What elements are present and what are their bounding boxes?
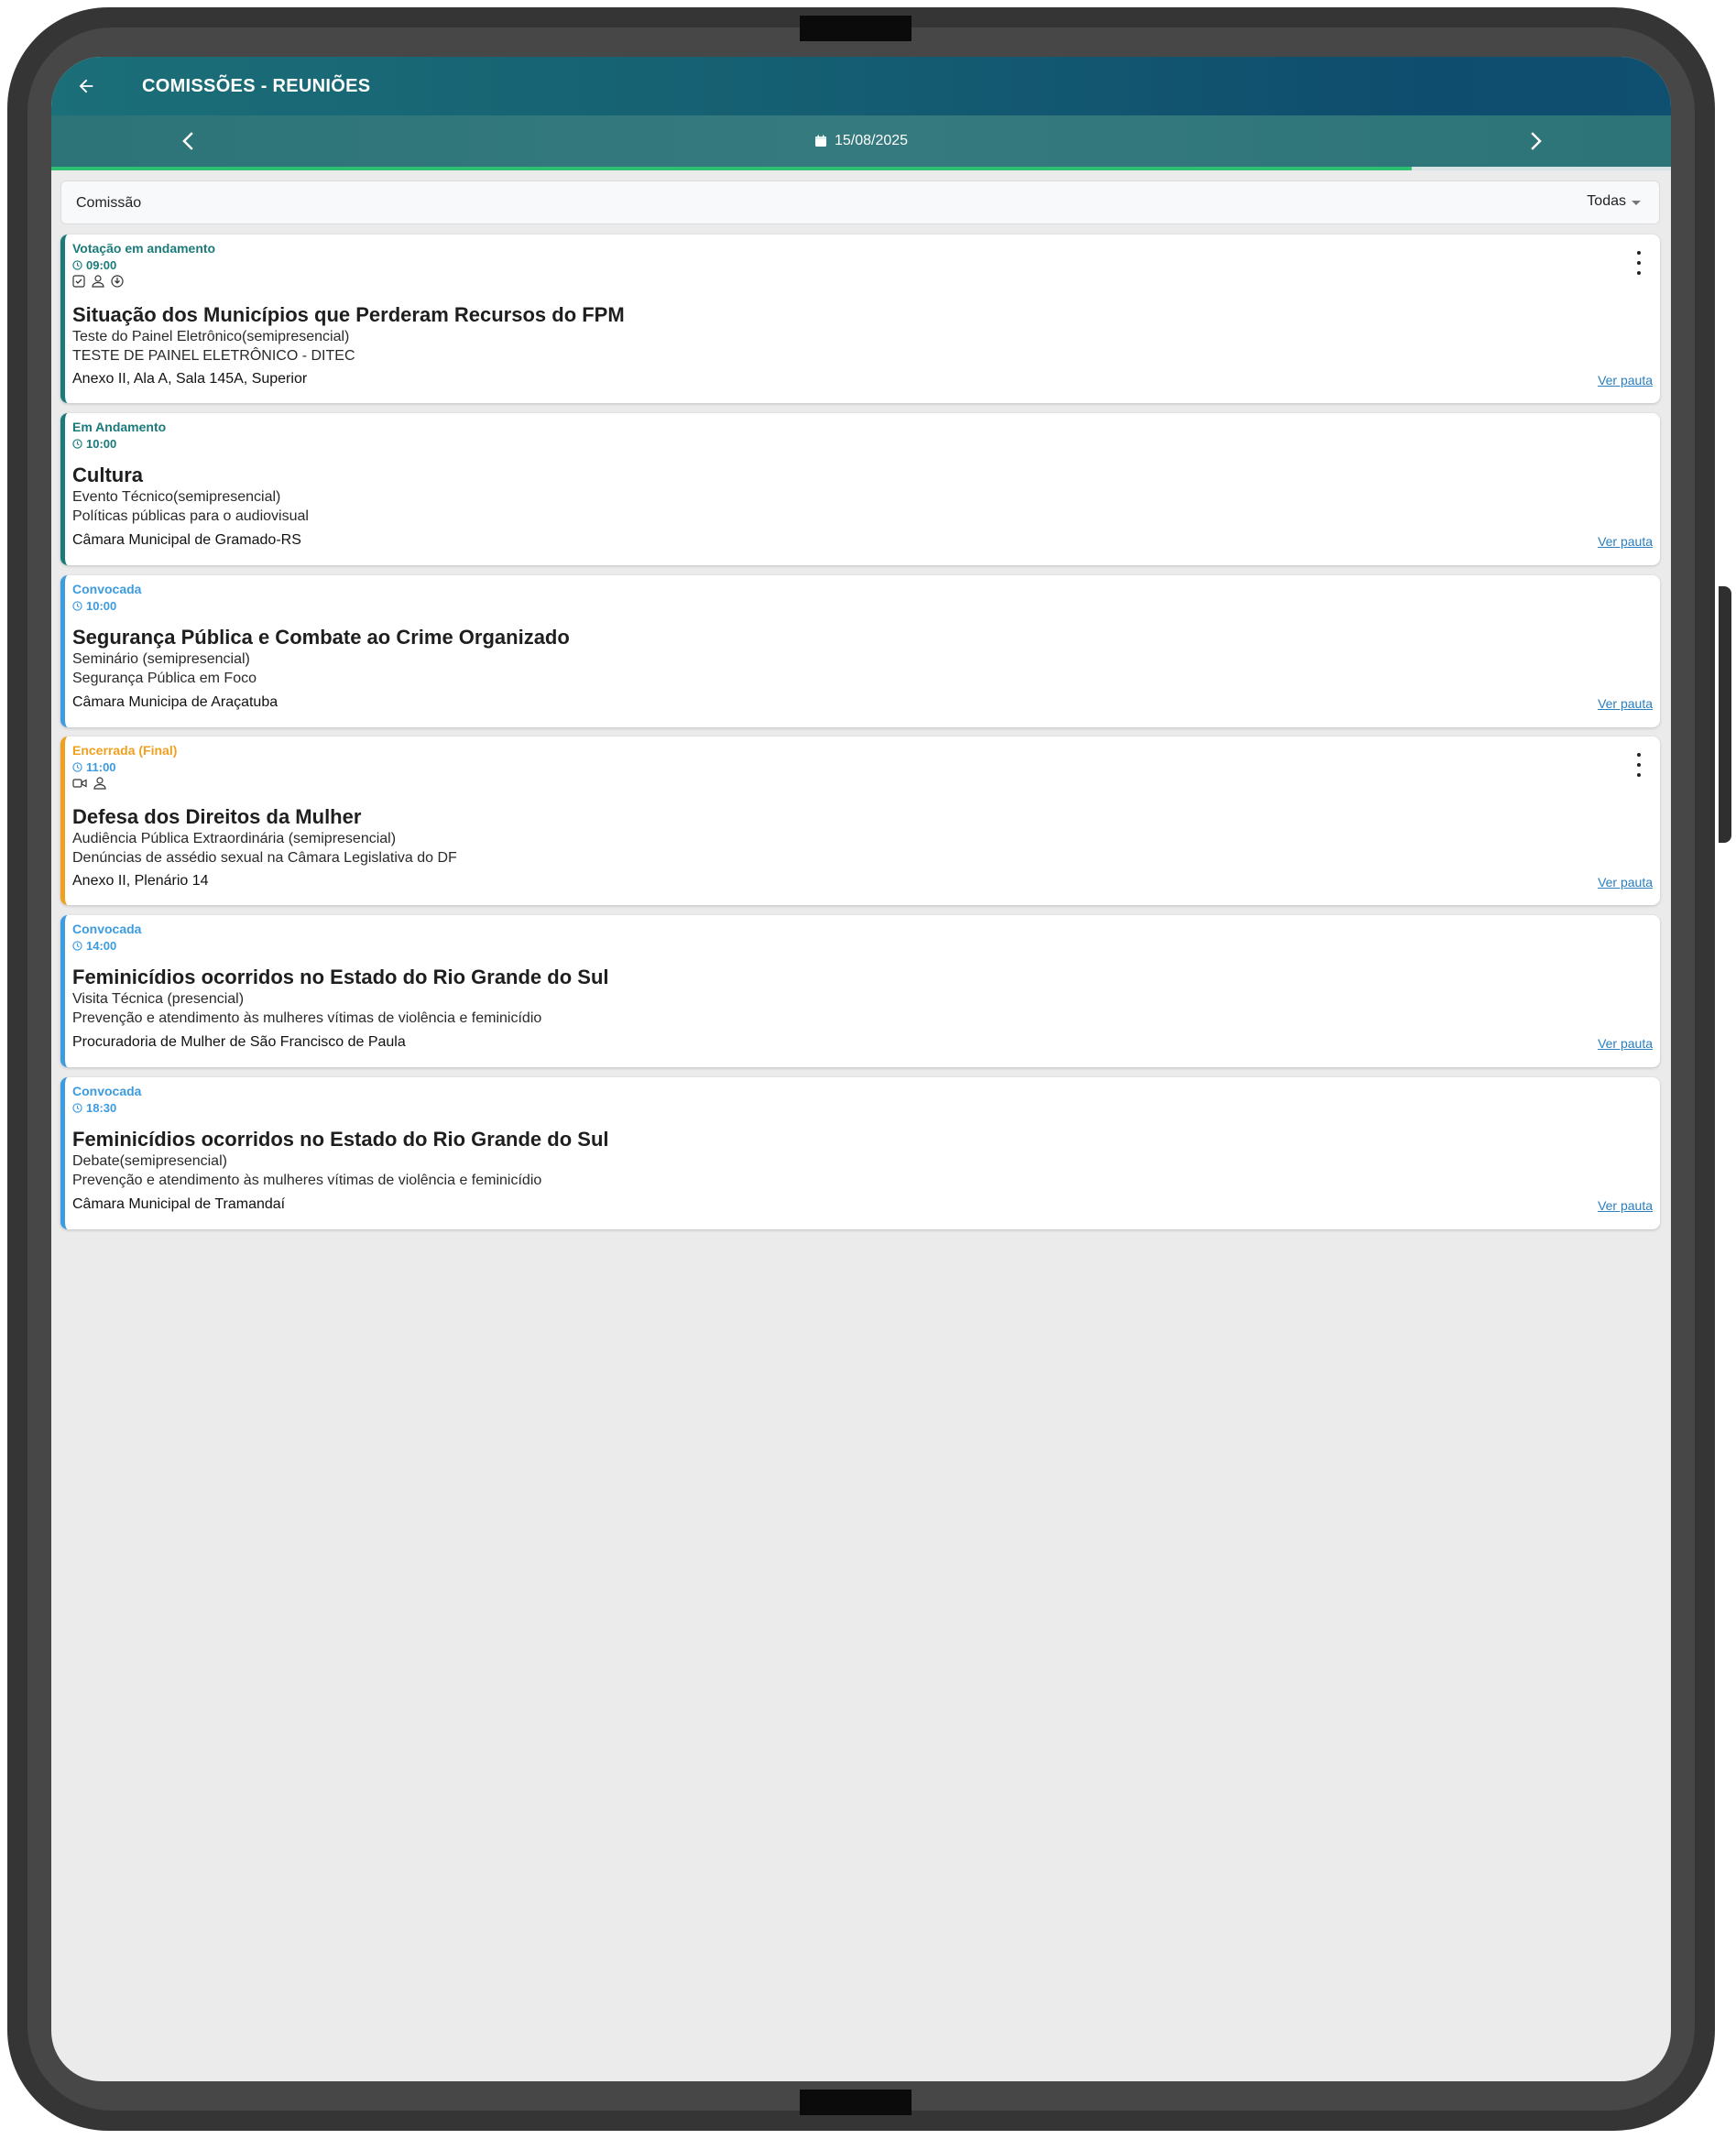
arrow-left-icon <box>79 79 93 93</box>
meeting-time-text: 09:00 <box>86 258 117 272</box>
meeting-time: 11:00 <box>72 760 116 774</box>
date-navigator: 15/08/2025 <box>51 115 1671 167</box>
clock-icon <box>72 762 82 772</box>
app-bar: COMISSÕES - REUNIÕES <box>51 57 1671 115</box>
kebab-dot-icon <box>1637 753 1641 757</box>
meeting-title: Defesa dos Direitos da Mulher <box>72 805 362 828</box>
meeting-card[interactable]: Encerrada (Final) 11:00 Defesa dos Direi… <box>60 737 1660 905</box>
view-agenda-link[interactable]: Ver pauta <box>1598 875 1653 889</box>
kebab-dot-icon <box>1637 763 1641 767</box>
meeting-place: Câmara Municipal de Gramado-RS <box>72 532 301 548</box>
chevron-right-icon <box>1531 132 1542 150</box>
selected-date: 15/08/2025 <box>834 133 909 148</box>
more-options-button[interactable] <box>1634 251 1643 275</box>
meeting-time: 10:00 <box>72 599 116 613</box>
video-icon <box>72 779 87 788</box>
view-agenda-link[interactable]: Ver pauta <box>1598 1036 1653 1051</box>
filter-label: Comissão <box>76 195 142 211</box>
day-progress-bar <box>51 167 1671 170</box>
app-screen: COMISSÕES - REUNIÕES 15/08/2025 Comissão… <box>51 57 1671 2081</box>
meeting-card[interactable]: Convocada 18:30 Feminicídios ocorridos n… <box>60 1077 1660 1229</box>
check-square-icon <box>72 275 85 288</box>
meeting-type: Seminário (semipresencial) <box>72 651 250 667</box>
meeting-time: 18:30 <box>72 1101 116 1115</box>
meeting-subject: Políticas públicas para o audiovisual <box>72 508 309 524</box>
meeting-card[interactable]: Convocada 10:00 Segurança Pública e Comb… <box>60 575 1660 727</box>
meeting-subject: TESTE DE PAINEL ELETRÔNICO - DITEC <box>72 348 355 364</box>
meeting-place: Câmara Municipa de Araçatuba <box>72 694 278 710</box>
meeting-status: Em Andamento <box>72 420 167 434</box>
meeting-subject: Segurança Pública em Foco <box>72 671 257 686</box>
view-agenda-link[interactable]: Ver pauta <box>1598 1198 1653 1213</box>
meeting-type: Debate(semipresencial) <box>72 1153 227 1169</box>
meeting-icons <box>72 275 124 288</box>
meeting-title: Feminicídios ocorridos no Estado do Rio … <box>72 1128 609 1151</box>
meeting-time-text: 10:00 <box>86 599 117 613</box>
meeting-type: Teste do Painel Eletrônico(semipresencia… <box>72 329 350 344</box>
meeting-time-text: 11:00 <box>86 760 116 774</box>
caret-down-icon <box>1632 200 1641 205</box>
kebab-dot-icon <box>1637 261 1641 265</box>
clock-icon <box>72 439 82 449</box>
meeting-subject: Denúncias de assédio sexual na Câmara Le… <box>72 850 457 866</box>
calendar-icon <box>814 135 826 147</box>
meeting-icons <box>72 777 107 790</box>
meeting-subject: Prevenção e atendimento às mulheres víti… <box>72 1173 542 1188</box>
meeting-card[interactable]: Votação em andamento 09:00 Situação dos … <box>60 235 1660 403</box>
camera-notch-top <box>800 16 912 41</box>
meeting-place: Anexo II, Ala A, Sala 145A, Superior <box>72 371 308 387</box>
day-progress-fill <box>51 167 1413 170</box>
page-title: COMISSÕES - REUNIÕES <box>142 76 371 96</box>
meeting-place: Anexo II, Plenário 14 <box>72 873 209 889</box>
kebab-dot-icon <box>1637 773 1641 777</box>
meeting-place: Procuradoria de Mulher de São Francisco … <box>72 1034 406 1050</box>
meeting-time-text: 18:30 <box>86 1101 117 1115</box>
meeting-subject: Prevenção e atendimento às mulheres víti… <box>72 1010 542 1026</box>
camera-notch-bottom <box>800 2090 912 2115</box>
meeting-time: 14:00 <box>72 939 116 953</box>
meeting-type: Visita Técnica (presencial) <box>72 991 245 1007</box>
meeting-card[interactable]: Convocada 14:00 Feminicídios ocorridos n… <box>60 915 1660 1067</box>
meeting-title: Cultura <box>72 464 143 486</box>
person-icon <box>93 777 106 790</box>
meeting-card[interactable]: Em Andamento 10:00 Cultura Evento Técnic… <box>60 413 1660 565</box>
meeting-status: Convocada <box>72 922 142 936</box>
clock-icon <box>72 941 82 951</box>
vote-icon <box>111 275 124 288</box>
person-icon <box>92 275 104 288</box>
meeting-type: Audiência Pública Extraordinária (semipr… <box>72 831 397 846</box>
kebab-dot-icon <box>1637 271 1641 275</box>
date-picker[interactable]: 15/08/2025 <box>51 115 1671 167</box>
clock-icon <box>72 1103 82 1113</box>
meeting-status: Encerrada (Final) <box>72 743 178 758</box>
meeting-type: Evento Técnico(semipresencial) <box>72 489 281 505</box>
view-agenda-link[interactable]: Ver pauta <box>1598 534 1653 549</box>
meeting-time-text: 14:00 <box>86 939 117 953</box>
meeting-time: 10:00 <box>72 437 116 451</box>
meeting-place: Câmara Municipal de Tramandaí <box>72 1196 286 1212</box>
filter-selected-value: Todas <box>1587 193 1626 209</box>
back-button[interactable] <box>70 70 103 103</box>
meeting-title: Feminicídios ocorridos no Estado do Rio … <box>72 966 609 988</box>
meeting-time: 09:00 <box>72 258 116 272</box>
meeting-status: Convocada <box>72 582 142 596</box>
commission-filter[interactable]: Comissão Todas <box>60 180 1660 224</box>
side-button <box>1719 586 1731 843</box>
kebab-dot-icon <box>1637 251 1641 255</box>
commission-select[interactable]: Todas <box>1587 193 1641 210</box>
meeting-title: Segurança Pública e Combate ao Crime Org… <box>72 626 570 649</box>
next-day-button[interactable] <box>1518 125 1551 158</box>
more-options-button[interactable] <box>1634 753 1643 777</box>
meeting-time-text: 10:00 <box>86 437 117 451</box>
view-agenda-link[interactable]: Ver pauta <box>1598 696 1653 711</box>
meeting-status: Votação em andamento <box>72 241 216 256</box>
meeting-status: Convocada <box>72 1084 142 1098</box>
clock-icon <box>72 260 82 270</box>
clock-icon <box>72 601 82 611</box>
view-agenda-link[interactable]: Ver pauta <box>1598 373 1653 387</box>
meeting-title: Situação dos Municípios que Perderam Rec… <box>72 303 625 326</box>
